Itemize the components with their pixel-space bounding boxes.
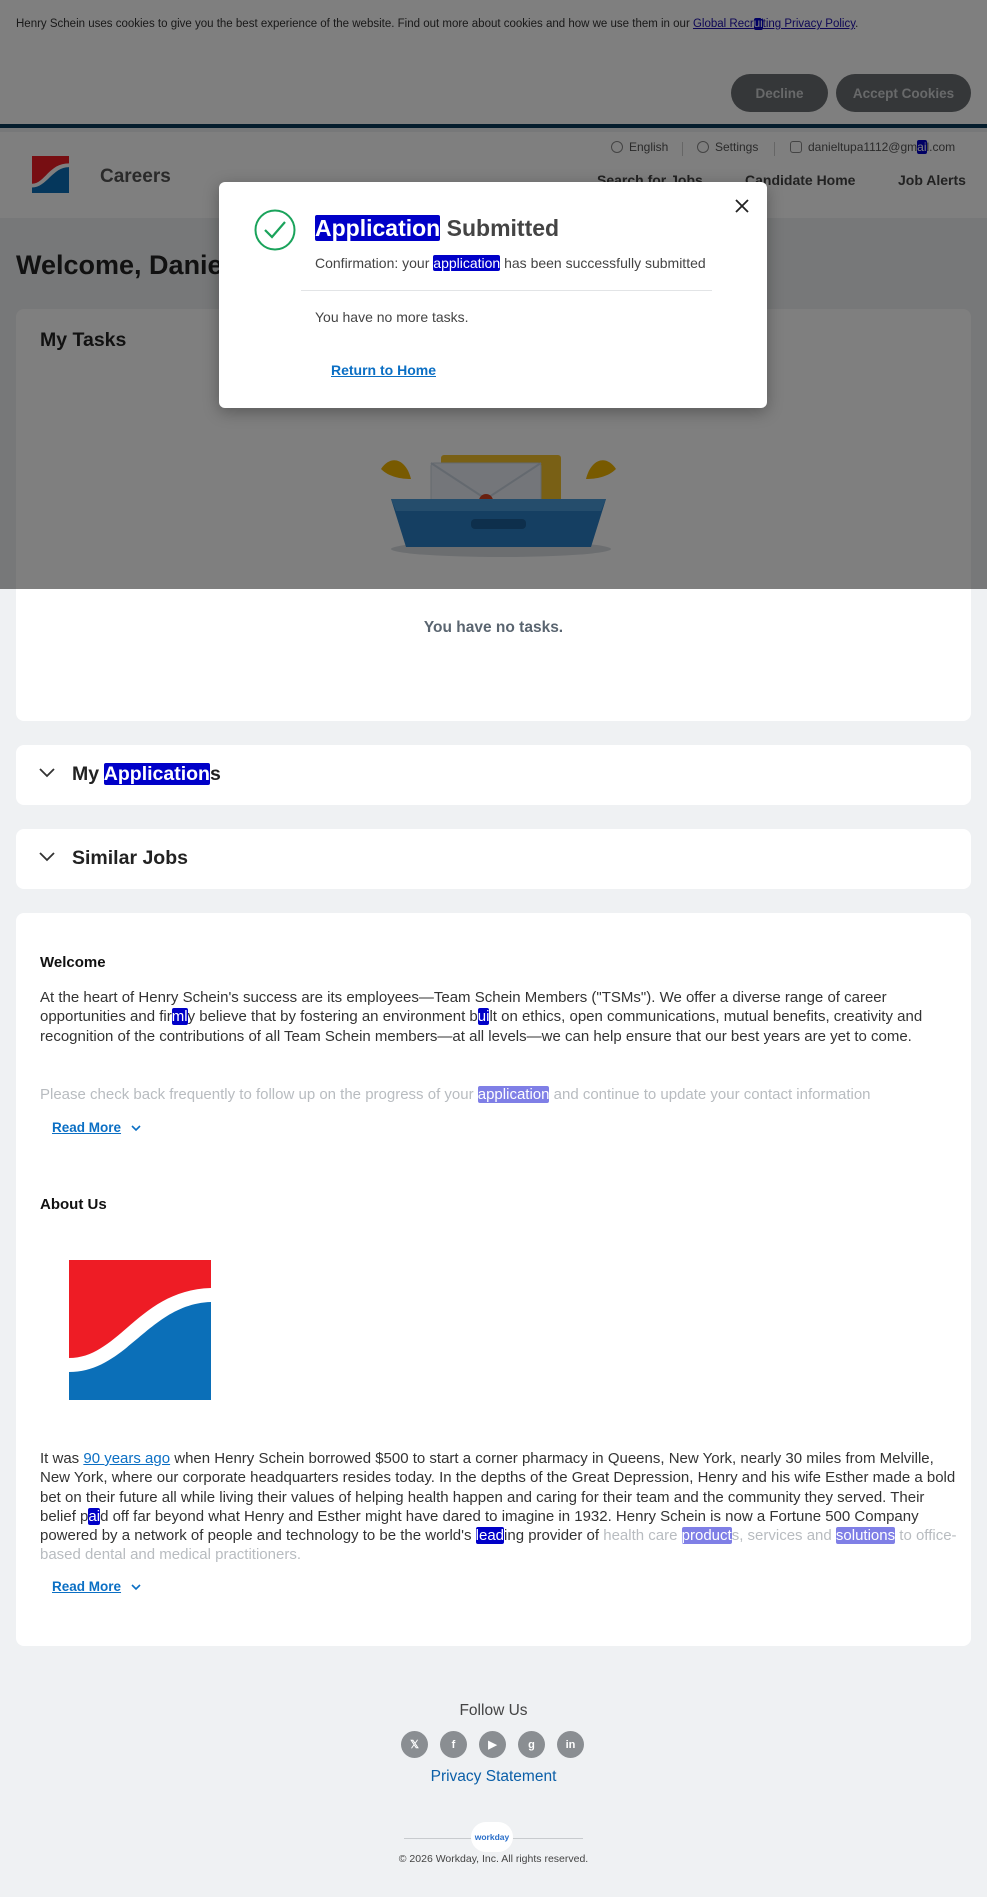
welcome-paragraph: At the heart of Henry Schein's success a… xyxy=(40,989,923,1045)
youtube-icon[interactable]: ▶ xyxy=(479,1731,506,1758)
welcome-paragraph-faded: Please check back frequently to follow u… xyxy=(40,1086,871,1103)
similar-jobs-title: Similar Jobs xyxy=(72,847,188,869)
workday-logo: workday xyxy=(471,1822,513,1852)
check-circle-icon xyxy=(254,209,296,251)
dialog-confirmation: Confirmation: your application has been … xyxy=(315,255,706,271)
similar-jobs-accordion[interactable]: Similar Jobs xyxy=(16,829,971,889)
chevron-down-icon xyxy=(131,1124,141,1131)
divider xyxy=(513,1838,583,1839)
linkedin-icon[interactable]: in xyxy=(557,1731,584,1758)
90-years-link[interactable]: 90 years ago xyxy=(83,1450,170,1467)
welcome-read-more-button[interactable]: Read More xyxy=(52,1120,141,1135)
chevron-down-icon xyxy=(39,852,55,862)
info-card: Welcome At the heart of Henry Schein's s… xyxy=(16,913,971,1646)
my-applications-accordion[interactable]: My Applications xyxy=(16,745,971,805)
henry-schein-logo-large xyxy=(69,1260,211,1400)
glassdoor-icon[interactable]: g xyxy=(518,1731,545,1758)
my-applications-title: My Applications xyxy=(72,763,221,785)
divider xyxy=(404,1838,471,1839)
close-icon[interactable] xyxy=(734,198,750,214)
dialog-title: Application Submitted xyxy=(315,215,560,241)
return-to-home-link[interactable]: Return to Home xyxy=(331,362,436,378)
chevron-down-icon xyxy=(131,1583,141,1590)
no-tasks-message: You have no tasks. xyxy=(423,619,564,636)
x-icon[interactable]: 𝕏 xyxy=(401,1731,428,1758)
copyright-text: © 2026 Workday, Inc. All rights reserved… xyxy=(398,1853,589,1865)
social-links: 𝕏 f ▶ g in xyxy=(401,1731,584,1758)
divider xyxy=(301,290,712,291)
welcome-heading: Welcome xyxy=(40,954,106,971)
about-us-paragraph: It was 90 years ago when Henry Schein bo… xyxy=(40,1450,957,1564)
follow-us-label: Follow Us xyxy=(459,1702,528,1719)
chevron-down-icon xyxy=(39,768,55,778)
privacy-statement-link[interactable]: Privacy Statement xyxy=(0,1768,987,1786)
dialog-no-more-tasks: You have no more tasks. xyxy=(315,309,469,325)
application-submitted-dialog: Application Submitted Confirmation: your… xyxy=(219,182,767,408)
facebook-icon[interactable]: f xyxy=(440,1731,467,1758)
about-us-heading: About Us xyxy=(40,1196,107,1213)
about-read-more-button[interactable]: Read More xyxy=(52,1579,141,1594)
